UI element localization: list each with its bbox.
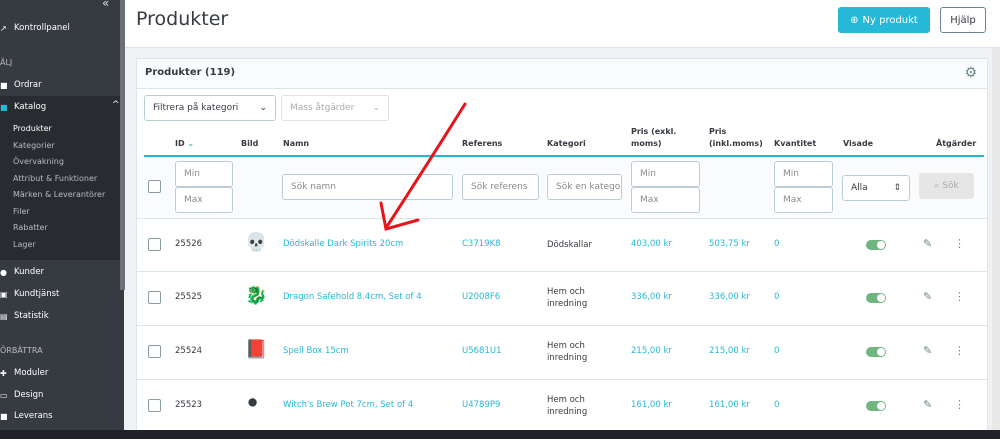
red-arrow-annotation: [379, 102, 467, 231]
taskbar: [0, 430, 1000, 439]
